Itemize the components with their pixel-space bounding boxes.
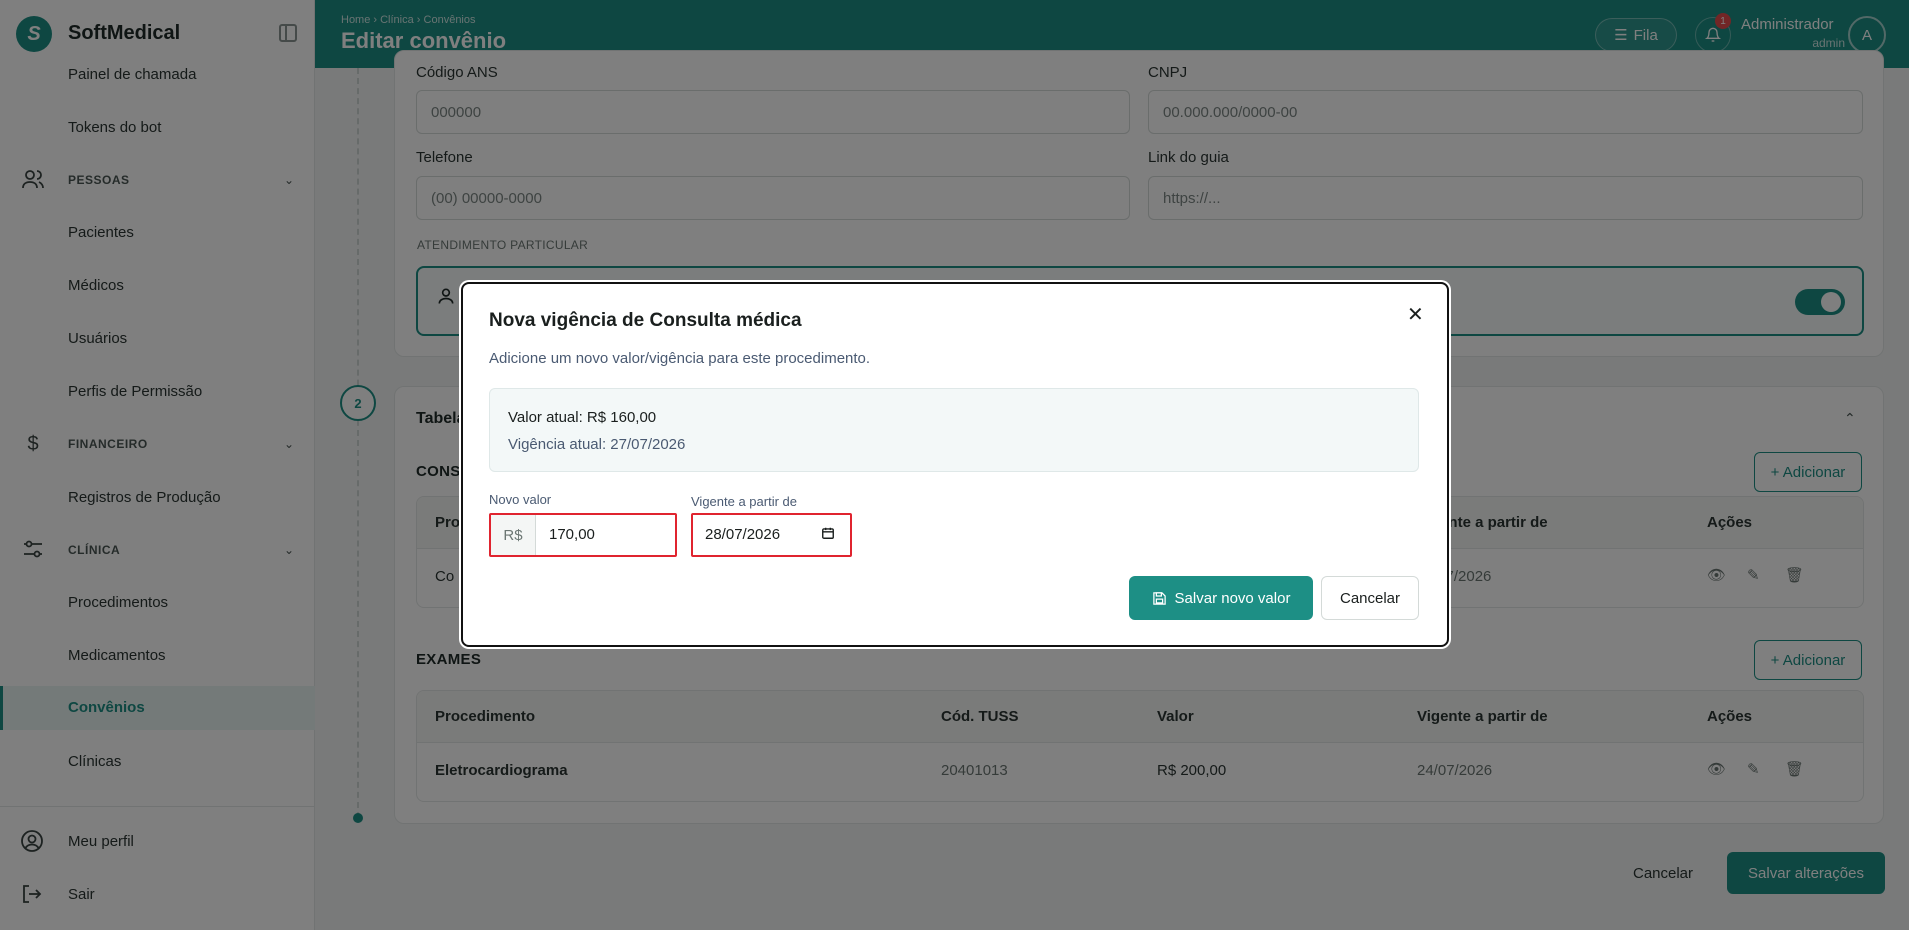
close-icon[interactable]: ✕ — [1407, 302, 1424, 327]
novo-valor-input[interactable]: R$ 170,00 — [489, 513, 677, 557]
vigente-date-value: 28/07/2026 — [705, 526, 781, 543]
currency-prefix: R$ — [491, 515, 536, 555]
save-new-value-button[interactable]: Salvar novo valor — [1129, 576, 1313, 620]
modal-title: Nova vigência de Consulta médica — [489, 310, 802, 331]
save-icon — [1152, 591, 1166, 605]
modal-cancel-button[interactable]: Cancelar — [1321, 576, 1419, 620]
vigencia-atual: Vigência atual: 27/07/2026 — [508, 436, 686, 453]
save-label: Salvar novo valor — [1174, 589, 1291, 607]
valor-atual: Valor atual: R$ 160,00 — [508, 409, 657, 426]
current-value-box: Valor atual: R$ 160,00 Vigência atual: 2… — [489, 388, 1419, 472]
calendar-icon[interactable] — [821, 526, 835, 543]
novo-valor-label: Novo valor — [489, 492, 552, 507]
novo-valor-value: 170,00 — [549, 526, 595, 543]
modal-description: Adicione um novo valor/vigência para est… — [489, 350, 871, 367]
vigente-label: Vigente a partir de — [691, 494, 797, 509]
vigente-date-input[interactable]: 28/07/2026 — [691, 513, 852, 557]
nova-vigencia-modal: Nova vigência de Consulta médica ✕ Adici… — [461, 282, 1449, 647]
